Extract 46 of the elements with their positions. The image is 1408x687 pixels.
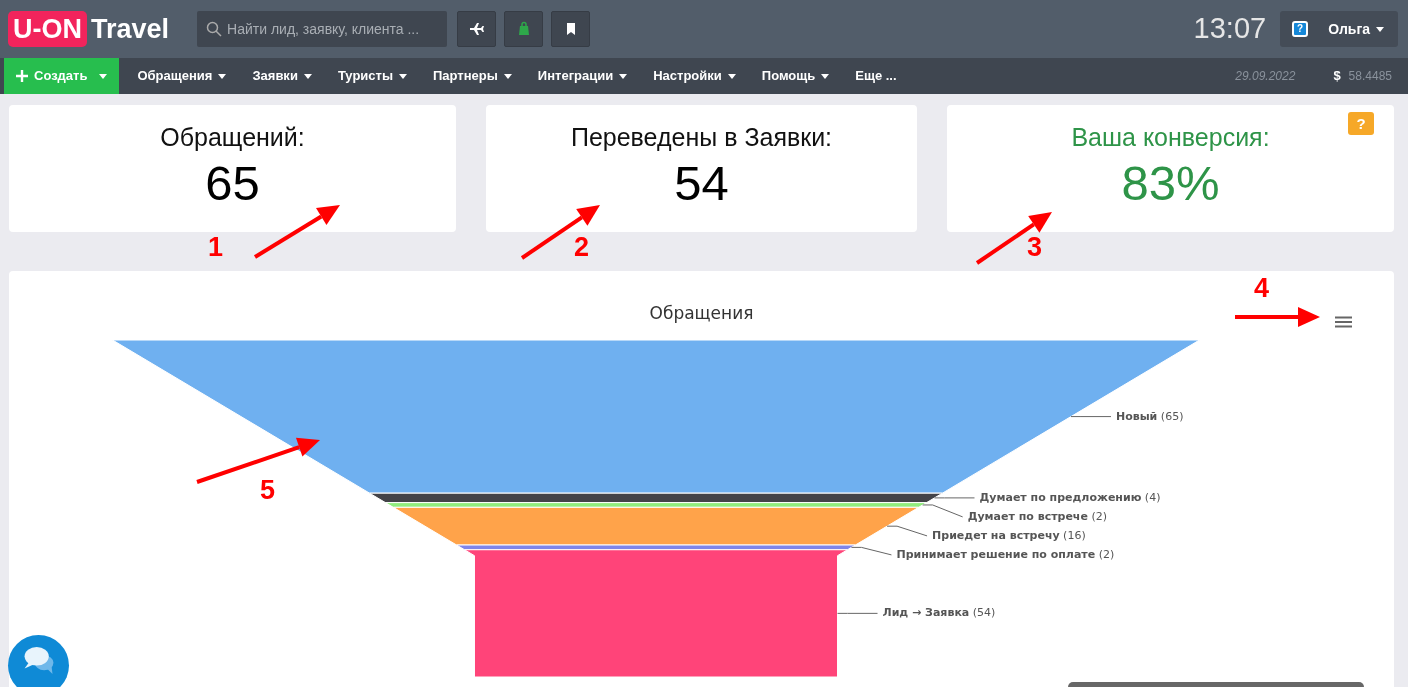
logo-mark[interactable]: U-ON bbox=[8, 11, 87, 47]
stat-value: 65 bbox=[205, 156, 260, 211]
nav-menu-item[interactable]: Обращения bbox=[124, 58, 240, 94]
chart-title: Обращения bbox=[649, 302, 754, 325]
search-field[interactable]: Найти лид, заявку, клиента ... bbox=[197, 11, 448, 47]
annotation-number: 3 bbox=[1027, 234, 1043, 261]
annotation-number: 2 bbox=[574, 234, 590, 261]
funnel-label: Принимает решение по оплате (2) bbox=[896, 547, 1115, 561]
nav-menu-item[interactable]: Еще ... bbox=[842, 58, 910, 94]
funnel-label: Лид → Заявка (54) bbox=[882, 606, 996, 620]
toolbar-button[interactable] bbox=[457, 11, 497, 47]
stat-label: Переведены в Заявки: bbox=[570, 122, 833, 153]
stat-value: 54 bbox=[674, 156, 729, 211]
funnel-label: Новый (65) bbox=[1115, 409, 1184, 423]
stat-label: Ваша конверсия: bbox=[1071, 122, 1270, 153]
leader-line bbox=[886, 525, 928, 537]
funnel-label: Думает по встрече (2) bbox=[967, 509, 1107, 523]
date-text: 29.09.2022 bbox=[1235, 68, 1296, 85]
annotation-number: 1 bbox=[208, 234, 224, 261]
leader-line bbox=[850, 546, 892, 556]
logo-text[interactable]: Travel bbox=[91, 8, 170, 50]
funnel-label: Приедет на встречу (16) bbox=[932, 528, 1086, 542]
annotation-number: 4 bbox=[1254, 275, 1270, 302]
nav-menu-item[interactable]: Партнеры bbox=[420, 58, 525, 94]
nav-menu-item[interactable]: Туристы bbox=[324, 58, 420, 94]
funnel-label: Думает по предложению (4) bbox=[979, 490, 1161, 504]
airplane-icon bbox=[468, 21, 485, 37]
leader-line bbox=[1070, 416, 1112, 418]
nav-menu-item[interactable]: Помощь bbox=[748, 58, 843, 94]
leader-line bbox=[837, 612, 879, 614]
chat-icon bbox=[22, 646, 55, 674]
currency-symbol: $ bbox=[1333, 67, 1341, 86]
plus-icon bbox=[16, 70, 28, 82]
leader-line bbox=[934, 497, 975, 499]
clock: 13:07 bbox=[1193, 11, 1267, 47]
nav-menu-item[interactable]: Заявки bbox=[239, 58, 325, 94]
nav-menu-item[interactable]: Интеграции bbox=[524, 58, 641, 94]
leader-line bbox=[922, 504, 964, 518]
toolbar-button[interactable] bbox=[551, 11, 591, 47]
user-menu-button[interactable]: ? Ольга bbox=[1280, 11, 1398, 47]
nav-menu-item[interactable]: Настройки bbox=[640, 58, 749, 94]
help-icon: ? bbox=[1292, 21, 1309, 37]
exchange-rate: 58.4485 bbox=[1348, 68, 1392, 85]
stat-label: Обращений: bbox=[160, 122, 305, 153]
stat-value: 83% bbox=[1121, 156, 1220, 211]
annotation-number: 5 bbox=[260, 477, 276, 504]
